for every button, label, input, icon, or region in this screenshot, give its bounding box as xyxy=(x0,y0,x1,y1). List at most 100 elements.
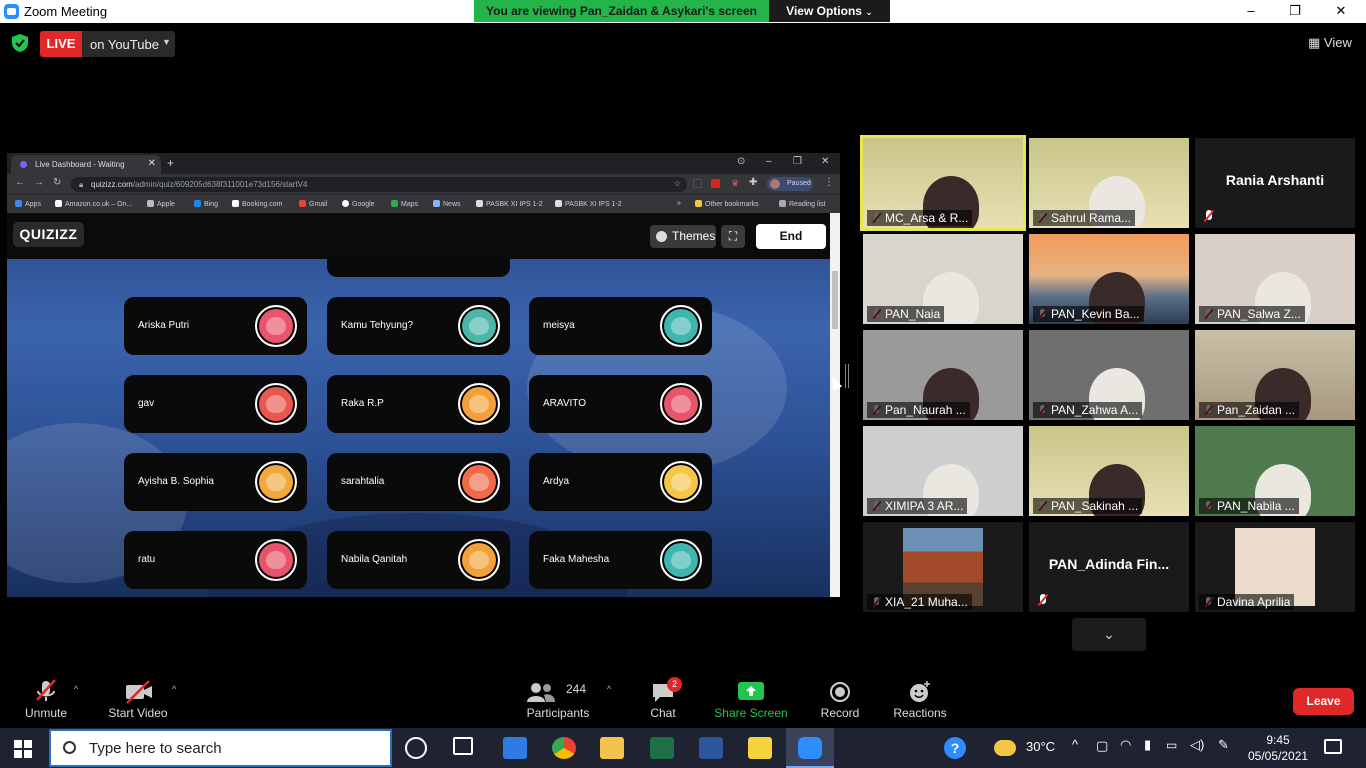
bookmark-google[interactable]: Google xyxy=(342,200,375,208)
reload-icon[interactable]: ↻ xyxy=(53,177,61,188)
temperature[interactable]: 30°C xyxy=(1026,739,1055,754)
minimize-button[interactable]: – xyxy=(1228,0,1274,23)
windows-start-icon[interactable] xyxy=(14,740,32,758)
word-icon[interactable] xyxy=(699,737,723,759)
audio-options-caret-icon[interactable]: ^ xyxy=(74,684,78,694)
taskbar-search-input[interactable]: Type here to search xyxy=(49,729,392,767)
bookmark-bing[interactable]: Bing xyxy=(194,200,218,208)
bookmark-gmail[interactable]: Gmail xyxy=(299,200,327,208)
close-tab-icon[interactable]: ✕ xyxy=(148,158,156,169)
participant-tile[interactable]: Rania Arshanti xyxy=(1195,138,1355,228)
bookmark-apps[interactable]: Apps xyxy=(15,200,41,208)
bookmark-amazon[interactable]: Amazon.co.uk – On... xyxy=(55,200,132,208)
shared-screen[interactable]: Live Dashboard - Waiting ✕ + ⊙ – ❐ ✕ ← →… xyxy=(7,153,840,597)
participant-tile[interactable]: XIMIPA 3 AR... xyxy=(863,426,1023,516)
pen-icon[interactable]: ✎ xyxy=(1218,737,1229,753)
participant-tile[interactable]: Pan_Zaidan ... xyxy=(1195,330,1355,420)
participant-name: Pan_Naurah ... xyxy=(867,402,970,418)
notifications-icon[interactable] xyxy=(1324,739,1342,754)
end-button[interactable]: End xyxy=(756,224,826,249)
show-hidden-icons[interactable]: ^ xyxy=(1072,737,1078,752)
bookmark-news[interactable]: News xyxy=(433,200,461,208)
panel-splitter[interactable] xyxy=(845,364,849,388)
start-video-button[interactable]: Start Video xyxy=(104,672,172,720)
player-avatar-icon xyxy=(660,539,702,581)
star-icon[interactable]: ☆ xyxy=(674,179,681,188)
participant-tile[interactable]: PAN_Zahwa A... xyxy=(1029,330,1189,420)
extension-icon[interactable] xyxy=(711,179,720,188)
participant-tile[interactable]: XIA_21 Muha... xyxy=(863,522,1023,612)
forward-icon[interactable]: → xyxy=(34,177,44,188)
other-bookmarks[interactable]: Other bookmarks xyxy=(695,200,759,208)
browser-restore-icon[interactable]: ❐ xyxy=(793,156,802,167)
participant-tile[interactable]: PAN_Kevin Ba... xyxy=(1029,234,1189,324)
media-icon[interactable]: ⊙ xyxy=(737,156,745,167)
participant-tile[interactable]: PAN_Sakinah ... xyxy=(1029,426,1189,516)
view-button[interactable]: ▦ View xyxy=(1308,35,1352,51)
page-scrollbar[interactable] xyxy=(830,213,840,597)
bookmark-apple[interactable]: Apple xyxy=(147,200,175,208)
profile-button[interactable]: Paused xyxy=(767,177,813,191)
unmute-button[interactable]: Unmute xyxy=(18,672,74,720)
scrollbar-thumb[interactable] xyxy=(832,271,838,329)
participant-tile[interactable]: PAN_Nabila ... xyxy=(1195,426,1355,516)
leave-button[interactable]: Leave xyxy=(1293,688,1354,715)
close-button[interactable]: ✕ xyxy=(1318,0,1364,23)
participants-caret-icon[interactable]: ^ xyxy=(607,684,611,694)
bookmark-pasbk-2[interactable]: PASBK XI IPS 1-2 xyxy=(555,200,622,208)
address-bar[interactable]: 🔒︎ quizizz.com/admin/quiz/609205d638f311… xyxy=(71,177,687,192)
browser-minimize-icon[interactable]: – xyxy=(766,156,772,167)
bookmark-maps[interactable]: Maps xyxy=(391,200,418,208)
zoom-taskbar-button[interactable] xyxy=(786,728,834,768)
live-stream-badge[interactable]: LIVE on YouTube ▼ xyxy=(40,31,175,57)
fullscreen-button[interactable]: ⛶ xyxy=(721,225,745,248)
help-icon[interactable]: ? xyxy=(944,737,966,759)
record-button[interactable]: Record xyxy=(814,672,866,720)
chat-icon-wrap: 2 xyxy=(642,672,684,706)
extension-icon[interactable]: ♛ xyxy=(731,178,739,189)
browser-menu-icon[interactable]: ⋮ xyxy=(824,177,834,188)
view-options-button[interactable]: View Options ⌄ xyxy=(769,0,890,22)
share-screen-button[interactable]: Share Screen xyxy=(712,672,790,720)
mail-icon[interactable] xyxy=(503,737,527,759)
battery-icon[interactable]: ▭ xyxy=(1166,738,1177,752)
device-icon[interactable]: ▢ xyxy=(1096,738,1108,754)
participants-button[interactable]: 244 Participants xyxy=(520,672,596,720)
file-explorer-icon[interactable] xyxy=(600,737,624,759)
cortana-icon[interactable] xyxy=(405,737,427,759)
participant-tile[interactable]: PAN_Salwa Z... xyxy=(1195,234,1355,324)
bookmark-pasbk-1[interactable]: PASBK XI IPS 1-2 xyxy=(476,200,543,208)
bookmarks-overflow[interactable]: » xyxy=(677,200,681,207)
new-tab-icon[interactable]: + xyxy=(167,156,174,170)
taskbar-clock[interactable]: 9:45 05/05/2021 xyxy=(1248,732,1308,764)
participant-tile[interactable]: Pan_Naurah ... xyxy=(863,330,1023,420)
chrome-icon[interactable] xyxy=(552,737,576,759)
extension-icon[interactable] xyxy=(693,179,702,188)
reactions-button[interactable]: Reactions xyxy=(886,672,954,720)
gallery-next-page-button[interactable]: ⌄ xyxy=(1072,618,1146,651)
browser-tab[interactable]: Live Dashboard - Waiting ✕ xyxy=(11,155,161,174)
participant-tile[interactable]: Davina Aprilia xyxy=(1195,522,1355,612)
maximize-button[interactable]: ❐ xyxy=(1272,0,1318,23)
participant-tile[interactable]: PAN_Naia xyxy=(863,234,1023,324)
back-icon[interactable]: ← xyxy=(15,177,25,188)
participant-tile[interactable]: MC_Arsa & R... xyxy=(860,135,1026,231)
microphone-icon[interactable]: ▮ xyxy=(1144,737,1151,753)
task-view-icon[interactable] xyxy=(453,737,473,755)
video-options-caret-icon[interactable]: ^ xyxy=(172,684,176,694)
wifi-icon[interactable]: ◠ xyxy=(1120,737,1131,753)
reading-list[interactable]: Reading list xyxy=(779,200,826,208)
weather-icon[interactable] xyxy=(994,740,1016,756)
chevron-down-icon: ⌄ xyxy=(865,7,873,17)
bookmark-booking[interactable]: Booking.com xyxy=(232,200,282,208)
chat-button[interactable]: 2 Chat xyxy=(642,672,684,720)
participant-tile[interactable]: Sahrul Rama... xyxy=(1029,138,1189,228)
volume-icon[interactable]: ◁) xyxy=(1190,737,1204,753)
url-host: quizizz.com xyxy=(91,180,133,189)
participant-tile[interactable]: PAN_Adinda Fin... xyxy=(1029,522,1189,612)
themes-button[interactable]: Themes xyxy=(650,225,716,248)
browser-close-icon[interactable]: ✕ xyxy=(821,156,829,167)
excel-icon[interactable] xyxy=(650,737,674,759)
puzzle-icon[interactable]: ✚ xyxy=(749,177,757,188)
sticky-notes-icon[interactable] xyxy=(748,737,772,759)
